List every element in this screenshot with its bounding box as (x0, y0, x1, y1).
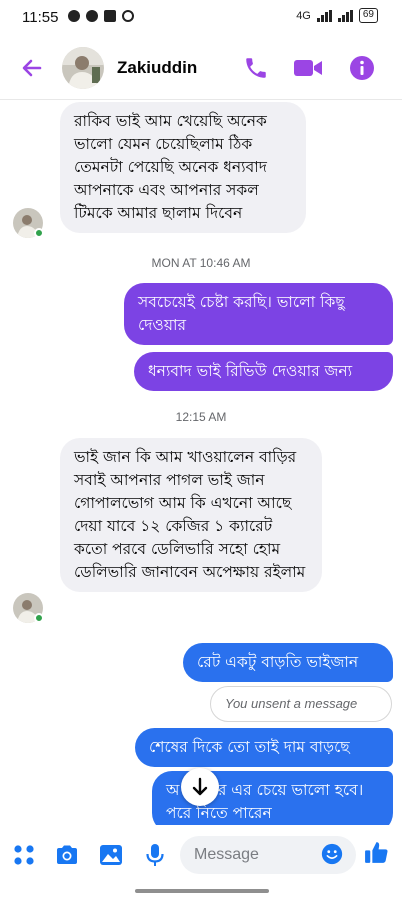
message-timestamp: MON AT 10:46 AM (151, 256, 251, 270)
home-indicator[interactable] (135, 889, 269, 893)
outgoing-message-bubble[interactable]: শেষের দিকে তো তাই দাম বাড়ছে (135, 728, 393, 767)
contact-name[interactable]: Zakiuddin (117, 58, 197, 78)
emoji-icon[interactable] (320, 842, 344, 866)
microphone-icon[interactable] (142, 842, 168, 868)
status-bar: 11:55 4G 69 (0, 0, 402, 36)
gallery-icon[interactable] (98, 842, 124, 868)
play-notification-icon (122, 10, 134, 22)
messenger-notification-icon (68, 10, 80, 22)
signal-icon-2 (337, 9, 353, 22)
status-time: 11:55 (22, 9, 59, 26)
thumbs-up-icon[interactable] (363, 839, 390, 866)
online-status-indicator (34, 228, 44, 238)
app-notification-icon (86, 10, 98, 22)
back-arrow-icon[interactable] (18, 54, 46, 82)
message-thread[interactable]: রাকিব ভাই আম খেয়েছি অনেক ভালো যেমন চেয়… (0, 100, 402, 825)
unsent-message-notice: You unsent a message (210, 686, 392, 722)
notification-icons (68, 10, 134, 22)
outgoing-message-bubble[interactable]: রেট একটু বাড়তি ভাইজান (183, 643, 393, 682)
scroll-down-arrow-icon (192, 777, 208, 796)
network-type: 4G (296, 9, 311, 22)
info-icon[interactable] (349, 55, 375, 81)
message-timestamp: 12:15 AM (175, 410, 227, 424)
outgoing-message-bubble[interactable]: ধন্যবাদ ভাই রিভিউ দেওয়ার জন্য (134, 352, 393, 391)
facebook-notification-icon (104, 10, 116, 22)
apps-icon[interactable] (11, 842, 37, 868)
avatar[interactable] (62, 47, 104, 89)
status-right: 4G 69 (296, 8, 378, 23)
outgoing-message-bubble[interactable]: সবচেয়েই চেষ্টা করছি। ভালো কিছু দেওয়ার (124, 283, 393, 345)
phone-icon[interactable] (243, 55, 269, 81)
incoming-message-bubble[interactable]: রাকিব ভাই আম খেয়েছি অনেক ভালো যেমন চেয়… (60, 102, 306, 233)
conversation-header: Zakiuddin (0, 36, 402, 100)
message-composer (0, 826, 402, 884)
scroll-to-bottom-button[interactable] (181, 768, 219, 806)
video-camera-icon[interactable] (293, 56, 323, 80)
incoming-message-bubble[interactable]: ভাই জান কি আম খাওয়ালেন বাড়ির সবাই আপনা… (60, 438, 322, 592)
signal-icon (316, 9, 332, 22)
online-status-indicator (34, 613, 44, 623)
camera-icon[interactable] (54, 842, 80, 868)
battery-icon: 69 (358, 8, 378, 23)
